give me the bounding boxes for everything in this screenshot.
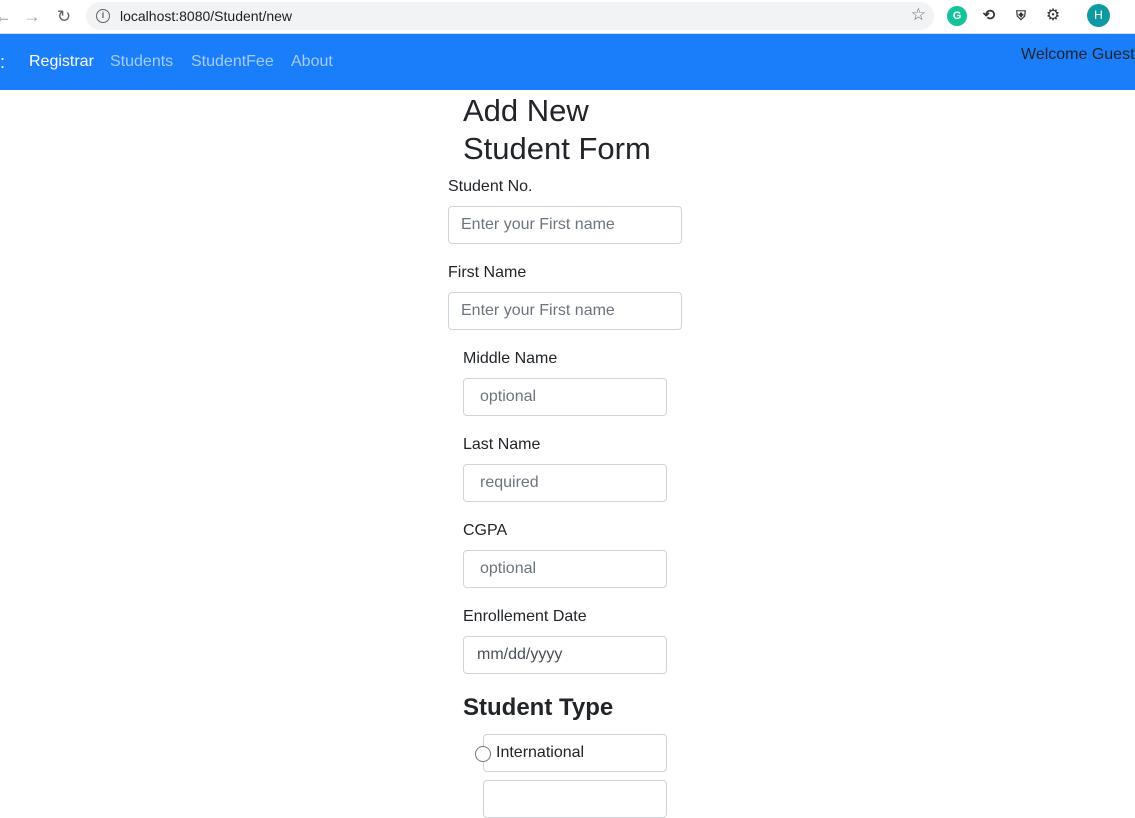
international-radio[interactable] (475, 746, 491, 762)
profile-avatar[interactable]: H (1087, 4, 1110, 27)
forward-icon[interactable]: → (21, 6, 43, 28)
welcome-text: Welcome Guest (1021, 46, 1135, 63)
nav-item-studentfee[interactable]: StudentFee (191, 53, 274, 71)
site-info-icon[interactable]: i (96, 9, 110, 23)
middle-name-input[interactable]: optional (463, 378, 667, 416)
sync-extension-icon[interactable]: ⟲ (979, 6, 999, 26)
last-name-input[interactable]: required (463, 464, 667, 502)
nav-item-students[interactable]: Students (110, 53, 173, 71)
international-radio-label[interactable]: International (496, 744, 584, 762)
enrollment-date-label: Enrollement Date (463, 608, 587, 625)
student-no-label: Student No. (448, 178, 533, 195)
first-name-label: First Name (448, 264, 527, 281)
back-icon[interactable]: ← (0, 6, 14, 28)
student-no-input[interactable]: Enter your First name (448, 206, 682, 244)
cgpa-label: CGPA (463, 522, 508, 539)
reload-icon[interactable]: ↻ (53, 6, 75, 28)
first-name-input[interactable]: Enter your First name (448, 292, 682, 330)
shield-extension-icon[interactable]: ⛨ (1011, 6, 1031, 26)
page-title: Add New Student Form (463, 92, 683, 168)
url-text[interactable]: localhost:8080/Student/new (120, 8, 292, 24)
nav-item-registrar[interactable]: Registrar (29, 53, 94, 71)
page-title-line1: Add New (463, 93, 589, 128)
last-name-label: Last Name (463, 436, 541, 453)
browser-toolbar: ← → ↻ i localhost:8080/Student/new ☆ G ⟲… (0, 0, 1135, 34)
app-navbar: : Registrar Students StudentFee About We… (0, 34, 1135, 90)
address-bar[interactable]: i localhost:8080/Student/new ☆ (86, 2, 934, 30)
page-title-line2: Student Form (463, 131, 651, 166)
nav-item-about[interactable]: About (291, 53, 333, 71)
middle-name-label: Middle Name (463, 350, 558, 367)
cgpa-input[interactable]: optional (463, 550, 667, 588)
enrollment-date-input[interactable]: mm/dd/yyyy (463, 636, 667, 674)
settings-extension-icon[interactable]: ⚙ (1043, 6, 1063, 26)
student-type-option-box-2[interactable] (483, 780, 667, 818)
grammarly-extension-icon[interactable]: G (947, 6, 967, 26)
bookmark-star-icon[interactable]: ☆ (911, 5, 926, 25)
student-type-heading: Student Type (463, 694, 614, 721)
navbar-brand[interactable]: : (0, 52, 5, 73)
